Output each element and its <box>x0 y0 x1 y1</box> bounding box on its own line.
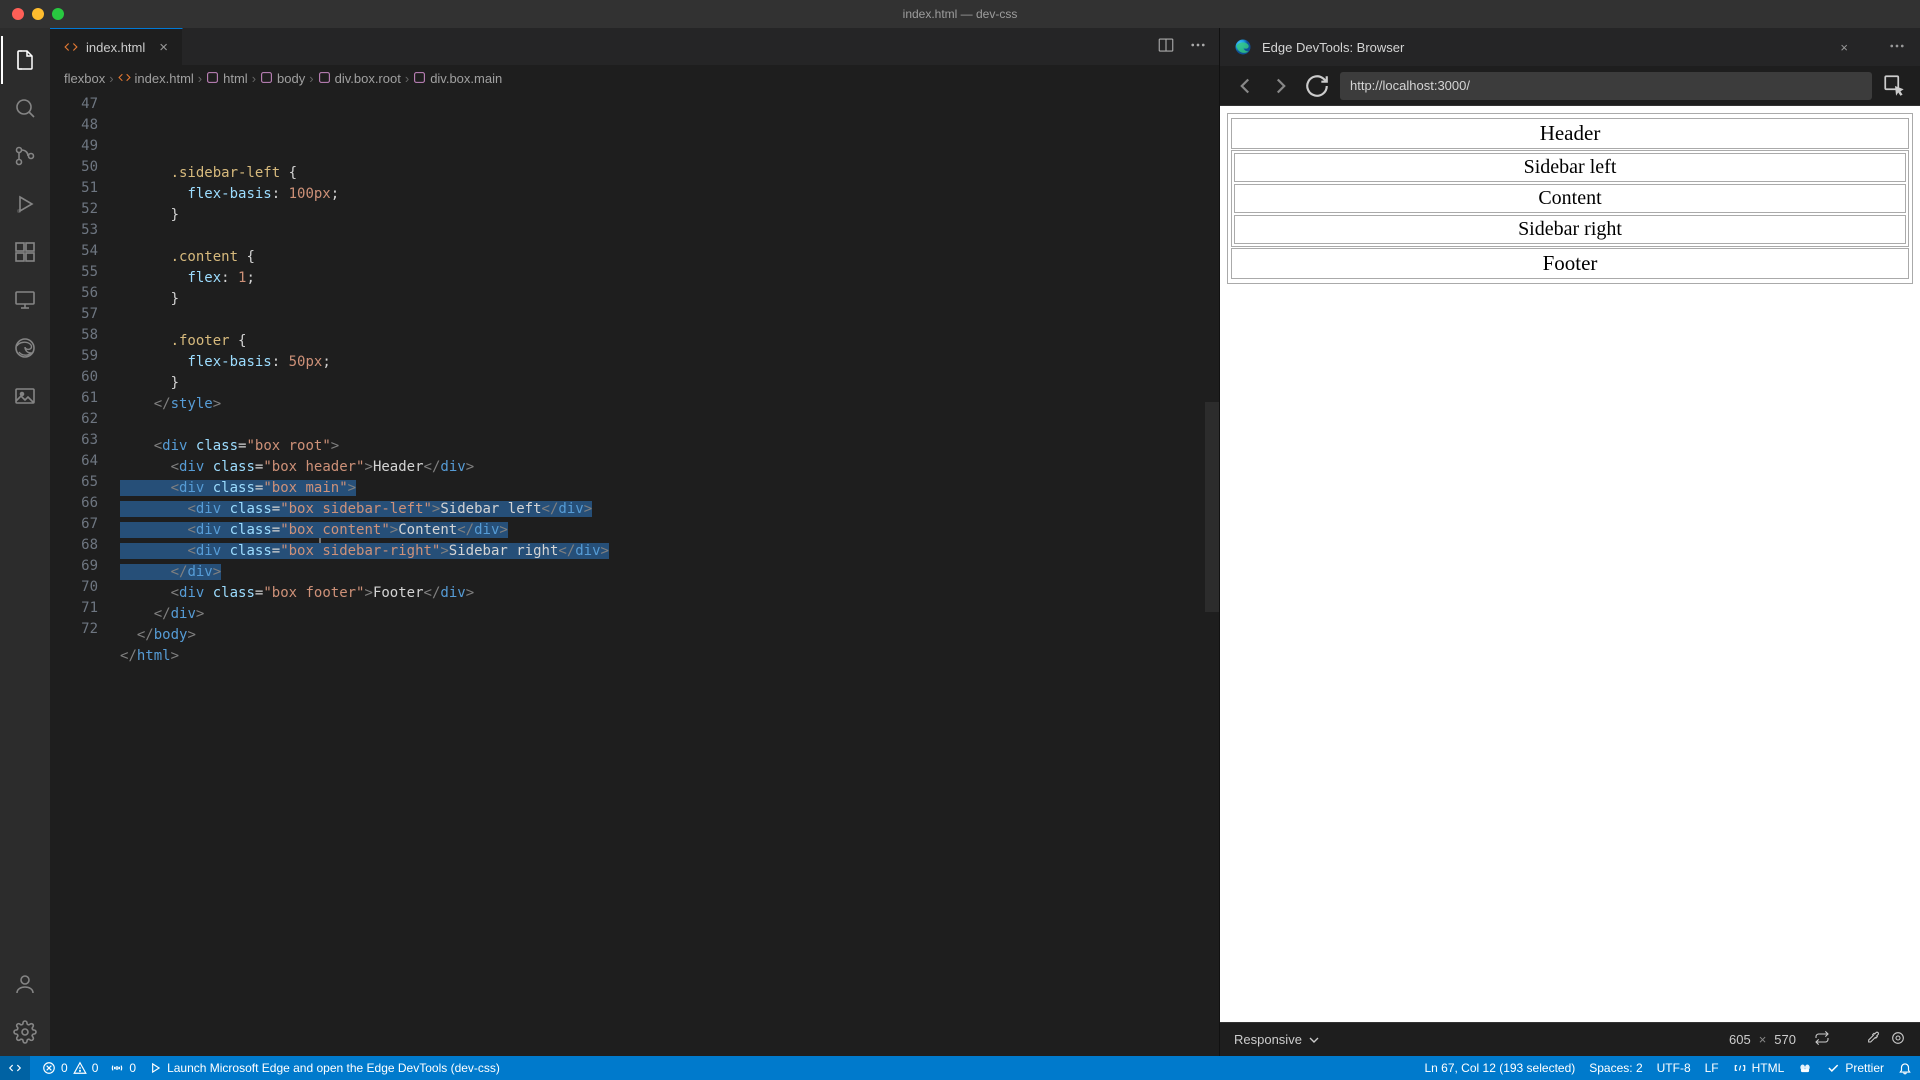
preview-header: Header <box>1231 118 1909 149</box>
inspect-icon[interactable] <box>1882 73 1908 99</box>
viewport-height[interactable]: 570 <box>1774 1032 1796 1047</box>
launch-task[interactable]: Launch Microsoft Edge and open the Edge … <box>148 1061 500 1075</box>
line-number-gutter: 4748495051525354555657585960616263646566… <box>50 92 120 1056</box>
minimize-window-button[interactable] <box>32 8 44 20</box>
devtools-pane: Edge DevTools: Browser × Header Sidebar <box>1220 28 1920 1056</box>
devtools-title: Edge DevTools: Browser <box>1262 40 1830 55</box>
code-editor[interactable]: 4748495051525354555657585960616263646566… <box>50 92 1219 1056</box>
split-editor-icon[interactable] <box>1157 36 1175 57</box>
preview-root: Header Sidebar left Content Sidebar righ… <box>1227 113 1913 284</box>
explorer-icon[interactable] <box>1 36 49 84</box>
minimap[interactable] <box>1205 92 1219 1056</box>
extensions-icon[interactable] <box>1 228 49 276</box>
devtools-footer: Responsive 605 × 570 <box>1220 1022 1920 1056</box>
preview-sidebar-left: Sidebar left <box>1234 153 1906 182</box>
code-content[interactable]: .sidebar-left { flex-basis: 100px; } .co… <box>120 92 1205 1056</box>
maximize-window-button[interactable] <box>52 8 64 20</box>
edge-tools-icon[interactable] <box>1 324 49 372</box>
prettier-status[interactable]: Prettier <box>1826 1061 1884 1075</box>
status-bar: 0 0 0 Launch Microsoft Edge and open the… <box>0 1056 1920 1080</box>
breadcrumb-div-main: div.box.main <box>413 71 502 87</box>
viewport-width[interactable]: 605 <box>1729 1032 1751 1047</box>
chevron-down-icon <box>1306 1032 1322 1048</box>
breadcrumbs[interactable]: flexbox › index.html › html › body › div… <box>50 66 1219 92</box>
preview-page[interactable]: Header Sidebar left Content Sidebar righ… <box>1226 112 1914 1016</box>
devtools-close-icon[interactable]: × <box>1840 40 1848 55</box>
preview-main: Sidebar left Content Sidebar right <box>1231 150 1909 247</box>
devtools-toggle-icon[interactable] <box>1890 1030 1906 1049</box>
indentation[interactable]: Spaces: 2 <box>1589 1061 1642 1075</box>
breadcrumb-body: body <box>260 71 305 87</box>
preview-viewport: Header Sidebar left Content Sidebar righ… <box>1220 106 1920 1022</box>
window-title: index.html — dev-css <box>903 7 1018 21</box>
tab-label: index.html <box>86 40 145 55</box>
editor-pane: index.html × flexbox › index.html › html… <box>50 28 1220 1056</box>
tab-bar: index.html × <box>50 28 1219 66</box>
close-tab-icon[interactable]: × <box>159 39 168 56</box>
devtools-header: Edge DevTools: Browser × <box>1220 28 1920 66</box>
language-mode[interactable]: HTML <box>1733 1061 1785 1075</box>
close-window-button[interactable] <box>12 8 24 20</box>
more-actions-icon[interactable] <box>1189 36 1207 57</box>
remote-explorer-icon[interactable] <box>1 276 49 324</box>
problems-indicator[interactable]: 0 0 <box>42 1061 98 1075</box>
copilot-icon[interactable] <box>1798 1061 1812 1075</box>
accounts-icon[interactable] <box>1 960 49 1008</box>
back-icon[interactable] <box>1232 73 1258 99</box>
edge-icon <box>1234 38 1252 56</box>
run-debug-icon[interactable] <box>1 180 49 228</box>
devtools-navbar <box>1220 66 1920 106</box>
titlebar: index.html — dev-css <box>0 0 1920 28</box>
breadcrumb-file: index.html <box>118 71 194 87</box>
encoding[interactable]: UTF-8 <box>1657 1061 1691 1075</box>
source-control-icon[interactable] <box>1 132 49 180</box>
activity-bar <box>0 28 50 1056</box>
ports-indicator[interactable]: 0 <box>110 1061 136 1075</box>
cursor-position[interactable]: Ln 67, Col 12 (193 selected) <box>1424 1061 1575 1075</box>
devtools-more-icon[interactable] <box>1888 37 1906 58</box>
settings-icon[interactable] <box>1 1008 49 1056</box>
window-controls <box>12 8 64 20</box>
breadcrumb-div-root: div.box.root <box>318 71 401 87</box>
tab-index-html[interactable]: index.html × <box>50 28 183 65</box>
remote-indicator[interactable] <box>0 1056 30 1080</box>
preview-content: Content <box>1234 184 1906 213</box>
responsive-dropdown[interactable]: Responsive <box>1234 1032 1322 1048</box>
notifications-icon[interactable] <box>1898 1061 1912 1075</box>
preview-footer: Footer <box>1231 248 1909 279</box>
eyedropper-icon[interactable] <box>1866 1030 1882 1049</box>
eol[interactable]: LF <box>1705 1061 1719 1075</box>
dimension-x: × <box>1759 1032 1767 1047</box>
reload-icon[interactable] <box>1304 73 1330 99</box>
url-input[interactable] <box>1340 72 1872 100</box>
preview-sidebar-right: Sidebar right <box>1234 215 1906 244</box>
breadcrumb-folder: flexbox <box>64 71 105 86</box>
gallery-icon[interactable] <box>1 372 49 420</box>
search-icon[interactable] <box>1 84 49 132</box>
html-file-icon <box>64 40 78 54</box>
breadcrumb-html: html <box>206 71 248 87</box>
forward-icon[interactable] <box>1268 73 1294 99</box>
rotate-icon[interactable] <box>1814 1030 1830 1049</box>
